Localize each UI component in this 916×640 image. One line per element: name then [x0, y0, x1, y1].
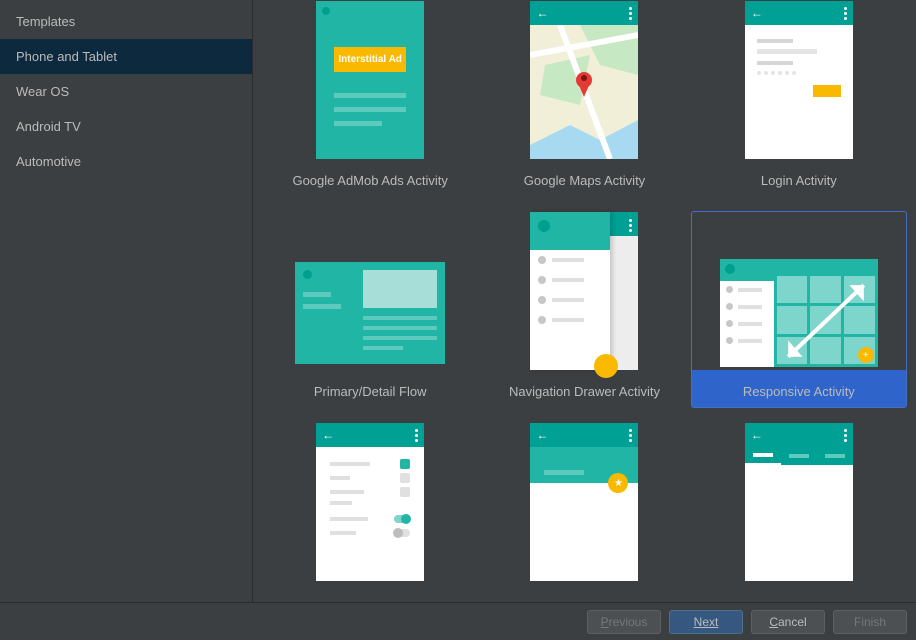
- template-label: Google Maps Activity: [477, 159, 691, 196]
- sidebar-item-label: Phone and Tablet: [16, 49, 117, 64]
- template-settings[interactable]: ←: [262, 422, 478, 602]
- fab-add-icon: +: [858, 347, 874, 363]
- template-label: Navigation Drawer Activity: [477, 370, 691, 407]
- template-login[interactable]: ← Login Activity: [691, 0, 907, 197]
- template-responsive[interactable]: + Responsive Activity: [691, 211, 907, 408]
- template-label: Responsive Activity: [692, 370, 906, 407]
- template-thumb: Interstitial Ad: [316, 1, 424, 159]
- template-maps[interactable]: ← Google Maps Activity: [476, 0, 692, 197]
- template-label: Primary/Detail Flow: [263, 370, 477, 407]
- sidebar: Templates Phone and Tablet Wear OS Andro…: [0, 0, 253, 602]
- template-label: [263, 581, 477, 602]
- template-thumb: ←: [316, 423, 424, 581]
- back-icon: ←: [751, 428, 763, 442]
- template-thumb: [291, 212, 449, 370]
- star-icon: ★: [608, 473, 628, 493]
- template-thumb: ←: [530, 1, 638, 159]
- template-thumb: [530, 212, 638, 370]
- template-grid: Interstitial Ad Google AdMob Ads Activit…: [253, 0, 916, 602]
- cancel-button[interactable]: Cancel: [751, 610, 825, 634]
- map-icon: [530, 25, 638, 159]
- finish-button[interactable]: Finish: [833, 610, 907, 634]
- sidebar-item-android-tv[interactable]: Android TV: [0, 109, 252, 144]
- sidebar-item-automotive[interactable]: Automotive: [0, 144, 252, 179]
- more-icon: [415, 429, 418, 442]
- back-icon: ←: [751, 6, 763, 20]
- next-button[interactable]: Next: [669, 610, 743, 634]
- more-icon: [844, 429, 847, 442]
- back-icon: ←: [536, 6, 548, 20]
- sidebar-item-label: Automotive: [16, 154, 81, 169]
- template-label: Google AdMob Ads Activity: [263, 159, 477, 196]
- button-label: Finish: [854, 615, 886, 629]
- more-icon: [629, 7, 632, 20]
- more-icon: [629, 429, 632, 442]
- template-scrolling[interactable]: ← ★: [476, 422, 692, 602]
- sidebar-item-label: Android TV: [16, 119, 81, 134]
- template-tabbed[interactable]: ←: [691, 422, 907, 602]
- back-icon: ←: [322, 428, 334, 442]
- template-thumb: ← ★: [530, 423, 638, 581]
- footer: Previous Next Cancel Finish: [0, 602, 916, 640]
- template-thumb: +: [720, 212, 878, 370]
- template-label: [692, 581, 906, 602]
- button-label: Next: [694, 615, 719, 629]
- ad-label: Interstitial Ad: [334, 47, 406, 72]
- previous-button[interactable]: Previous: [587, 610, 661, 634]
- sidebar-title: Templates: [0, 0, 252, 39]
- more-icon: [844, 7, 847, 20]
- template-label: Login Activity: [692, 159, 906, 196]
- sidebar-item-phone-tablet[interactable]: Phone and Tablet: [0, 39, 252, 74]
- template-admob[interactable]: Interstitial Ad Google AdMob Ads Activit…: [262, 0, 478, 197]
- template-label: [477, 581, 691, 602]
- more-icon: [629, 219, 632, 232]
- template-primary-detail[interactable]: Primary/Detail Flow: [262, 211, 478, 408]
- template-thumb: ←: [745, 1, 853, 159]
- back-icon: ←: [536, 428, 548, 442]
- template-nav-drawer[interactable]: Navigation Drawer Activity: [476, 211, 692, 408]
- sidebar-item-wear-os[interactable]: Wear OS: [0, 74, 252, 109]
- template-thumb: ←: [745, 423, 853, 581]
- sidebar-item-label: Wear OS: [16, 84, 69, 99]
